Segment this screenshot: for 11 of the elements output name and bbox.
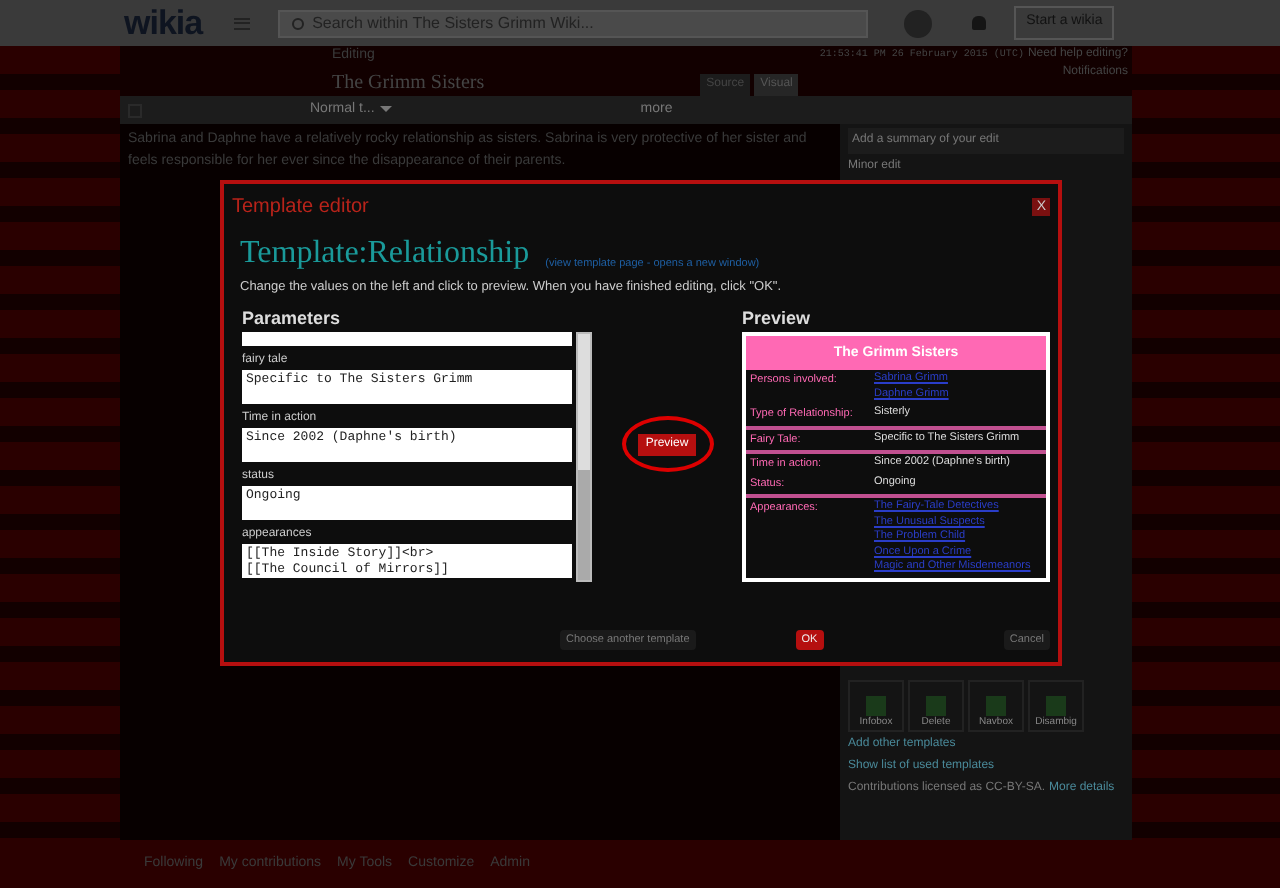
template-name: Template:Relationship: [240, 234, 530, 274]
caret-icon: [380, 105, 393, 112]
input-field[interactable]: [242, 332, 572, 347]
avatar-icon[interactable]: [904, 9, 933, 37]
page-title: The Grimm Sisters: [332, 69, 485, 97]
scrollbar[interactable]: [576, 332, 592, 583]
search-icon: [292, 17, 305, 29]
parameters-heading: Parameters: [242, 305, 343, 332]
bell-icon[interactable]: [972, 16, 987, 30]
dialog-title: Template editor: [232, 194, 369, 222]
preview-heading: Preview: [742, 305, 813, 332]
